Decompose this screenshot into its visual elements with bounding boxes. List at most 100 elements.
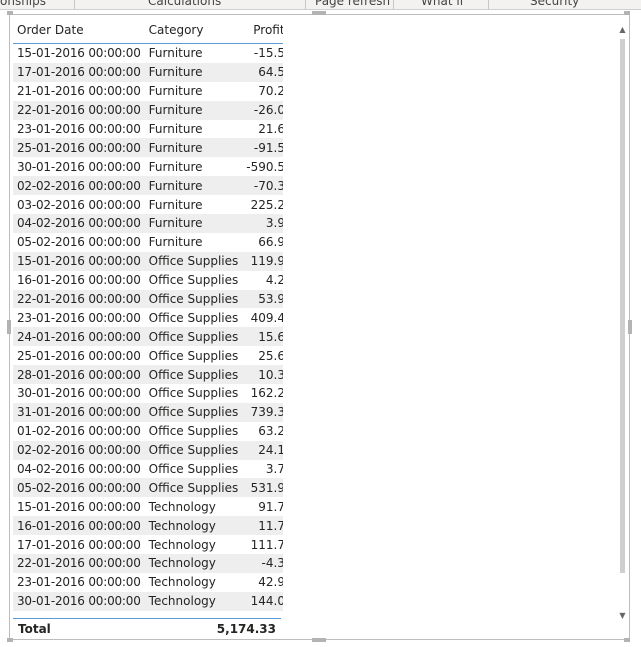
table-row[interactable]: 30-01-2016 00:00:00Office Supplies162.29 xyxy=(13,384,283,403)
cell-profit: -70.37 xyxy=(242,176,283,196)
table-row[interactable]: 01-02-2016 00:00:00Office Supplies63.22 xyxy=(13,421,283,441)
cell-category: Furniture xyxy=(144,195,243,215)
chevron-up-icon[interactable]: ▲ xyxy=(618,25,627,35)
cell-profit: 21.60 xyxy=(242,119,283,139)
resize-handle-top-left[interactable] xyxy=(7,11,13,15)
table-row[interactable]: 15-01-2016 00:00:00Furniture-15.58 xyxy=(13,43,283,63)
cell-profit: 63.22 xyxy=(242,421,283,441)
table-row[interactable]: 05-02-2016 00:00:00Furniture66.93 xyxy=(13,232,283,252)
ribbon-tab-calculations[interactable]: Calculations xyxy=(148,0,221,8)
cell-profit: 3.95 xyxy=(242,214,283,233)
table-row[interactable]: 30-01-2016 00:00:00Technology144.00 xyxy=(13,591,283,611)
table-row[interactable]: 17-01-2016 00:00:00Furniture64.52 xyxy=(13,62,283,82)
column-header-category[interactable]: Category xyxy=(144,17,243,44)
cell-order-date: 22-01-2016 00:00:00 xyxy=(13,100,145,120)
resize-handle-top[interactable] xyxy=(312,11,326,15)
table-row[interactable]: 25-01-2016 00:00:00Furniture-91.53 xyxy=(13,138,283,158)
table-row[interactable]: 28-01-2016 00:00:00Office Supplies10.32 xyxy=(13,365,283,385)
cell-profit: 119.92 xyxy=(242,251,283,271)
resize-handle-right[interactable] xyxy=(628,320,632,334)
table-row[interactable]: 22-01-2016 00:00:00Furniture-26.02 xyxy=(13,100,283,120)
scrollbar-thumb[interactable] xyxy=(620,39,625,573)
table-row[interactable]: 16-01-2016 00:00:00Technology11.77 xyxy=(13,516,283,536)
cell-order-date: 15-01-2016 00:00:00 xyxy=(13,497,145,517)
table-row[interactable]: 15-01-2016 00:00:00Office Supplies119.92 xyxy=(13,251,283,271)
ribbon-tab-what-if[interactable]: What if xyxy=(421,0,464,8)
table-row[interactable]: 03-02-2016 00:00:00Furniture225.26 xyxy=(13,195,283,215)
table-row[interactable]: 02-02-2016 00:00:00Office Supplies24.10 xyxy=(13,440,283,460)
chevron-down-icon[interactable]: ▼ xyxy=(618,611,627,621)
data-table: Order Date Category Profit 15-01-2016 00… xyxy=(13,17,283,611)
ribbon-separator xyxy=(393,0,394,9)
cell-category: Furniture xyxy=(144,176,243,196)
cell-profit: 225.26 xyxy=(242,195,283,215)
cell-category: Furniture xyxy=(144,100,243,120)
cell-order-date: 03-02-2016 00:00:00 xyxy=(13,195,145,215)
cell-category: Office Supplies xyxy=(144,327,243,347)
table-row[interactable]: 05-02-2016 00:00:00Office Supplies531.98 xyxy=(13,478,283,498)
cell-profit: 144.00 xyxy=(242,591,283,611)
cell-profit: 70.25 xyxy=(242,81,283,101)
cell-category: Office Supplies xyxy=(144,421,243,441)
table-row[interactable]: 30-01-2016 00:00:00Furniture-590.51 xyxy=(13,157,283,177)
resize-handle-bottom-right[interactable] xyxy=(624,638,630,642)
cell-category: Technology xyxy=(144,535,243,555)
cell-category: Technology xyxy=(144,497,243,517)
table-row[interactable]: 23-01-2016 00:00:00Technology42.99 xyxy=(13,572,283,592)
cell-category: Furniture xyxy=(144,232,243,252)
table-row[interactable]: 02-02-2016 00:00:00Furniture-70.37 xyxy=(13,176,283,196)
cell-category: Office Supplies xyxy=(144,346,243,366)
cell-order-date: 25-01-2016 00:00:00 xyxy=(13,138,145,158)
cell-order-date: 05-02-2016 00:00:00 xyxy=(13,478,145,498)
cell-profit: 162.29 xyxy=(242,384,283,403)
table-row[interactable]: 21-01-2016 00:00:00Furniture70.25 xyxy=(13,81,283,101)
cell-order-date: 23-01-2016 00:00:00 xyxy=(13,572,145,592)
cell-profit: 531.98 xyxy=(242,478,283,498)
ribbon-separator xyxy=(305,0,306,9)
cell-order-date: 05-02-2016 00:00:00 xyxy=(13,232,145,252)
table-row[interactable]: 25-01-2016 00:00:00Office Supplies25.67 xyxy=(13,346,283,366)
cell-category: Technology xyxy=(144,591,243,611)
cell-profit: 66.93 xyxy=(242,232,283,252)
cell-order-date: 25-01-2016 00:00:00 xyxy=(13,346,145,366)
ribbon-tab-page-refresh[interactable]: Page refresh xyxy=(315,0,390,8)
ribbon-bar: onships Calculations Page refresh What i… xyxy=(0,0,641,10)
resize-handle-top-right[interactable] xyxy=(624,11,630,15)
cell-profit: 111.75 xyxy=(242,535,283,555)
table-row[interactable]: 23-01-2016 00:00:00Office Supplies409.45 xyxy=(13,308,283,328)
table-row[interactable]: 15-01-2016 00:00:00Technology91.79 xyxy=(13,497,283,517)
table-total-row: Total 5,174.33 xyxy=(13,618,281,639)
cell-order-date: 24-01-2016 00:00:00 xyxy=(13,327,145,347)
cell-order-date: 23-01-2016 00:00:00 xyxy=(13,119,145,139)
table-row[interactable]: 24-01-2016 00:00:00Office Supplies15.68 xyxy=(13,327,283,347)
cell-profit: 24.10 xyxy=(242,440,283,460)
table-row[interactable]: 04-02-2016 00:00:00Office Supplies3.72 xyxy=(13,459,283,479)
cell-category: Office Supplies xyxy=(144,384,243,403)
table-header-row: Order Date Category Profit xyxy=(13,17,283,44)
ribbon-separator xyxy=(488,0,489,9)
cell-order-date: 22-01-2016 00:00:00 xyxy=(13,554,145,573)
table-row[interactable]: 23-01-2016 00:00:00Furniture21.60 xyxy=(13,119,283,139)
cell-profit: 739.32 xyxy=(242,402,283,422)
cell-category: Furniture xyxy=(144,157,243,177)
table-row[interactable]: 31-01-2016 00:00:00Office Supplies739.32 xyxy=(13,402,283,422)
column-header-profit[interactable]: Profit xyxy=(242,17,283,44)
column-header-order-date[interactable]: Order Date xyxy=(13,17,145,44)
ribbon-tab-relationships[interactable]: onships xyxy=(0,0,46,8)
cell-order-date: 16-01-2016 00:00:00 xyxy=(13,270,145,290)
cell-category: Office Supplies xyxy=(144,308,243,328)
vertical-scrollbar[interactable]: ▲ ▼ xyxy=(618,25,627,625)
table-row[interactable]: 22-01-2016 00:00:00Office Supplies53.93 xyxy=(13,289,283,309)
table-row[interactable]: 17-01-2016 00:00:00Technology111.75 xyxy=(13,535,283,555)
cell-order-date: 23-01-2016 00:00:00 xyxy=(13,308,145,328)
table-row[interactable]: 04-02-2016 00:00:00Furniture3.95 xyxy=(13,214,283,233)
cell-profit: 10.32 xyxy=(242,365,283,385)
resize-handle-bottom[interactable] xyxy=(312,638,326,642)
cell-category: Furniture xyxy=(144,119,243,139)
ribbon-tab-security[interactable]: Security xyxy=(530,0,579,8)
cell-order-date: 15-01-2016 00:00:00 xyxy=(13,43,145,63)
resize-handle-left[interactable] xyxy=(7,320,11,334)
cell-profit: 15.68 xyxy=(242,327,283,347)
table-row[interactable]: 22-01-2016 00:00:00Technology-4.37 xyxy=(13,554,283,573)
table-row[interactable]: 16-01-2016 00:00:00Office Supplies4.22 xyxy=(13,270,283,290)
